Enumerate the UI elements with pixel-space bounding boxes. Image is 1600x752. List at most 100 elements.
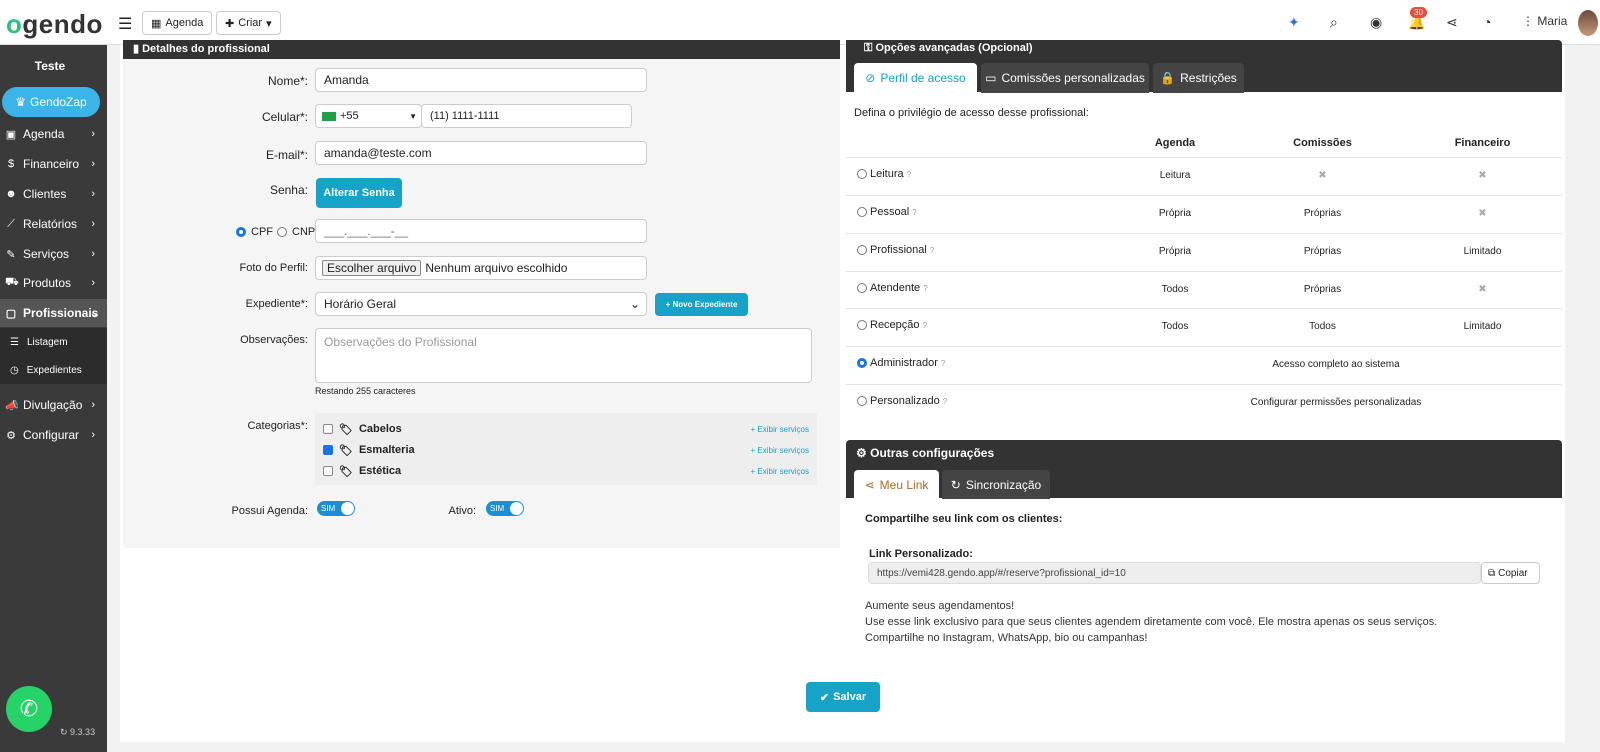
notification-badge: 30 xyxy=(1410,7,1427,18)
possui-agenda-toggle[interactable]: SIM xyxy=(317,501,355,516)
criar-button[interactable]: ✚ Criar ▾ xyxy=(216,11,281,35)
role-radio[interactable] xyxy=(857,320,867,331)
lock-icon: 🔒 xyxy=(1160,71,1176,85)
exibir-servicos-link[interactable]: + Exibir serviços xyxy=(751,467,809,476)
email-input[interactable]: amanda@teste.com xyxy=(315,141,647,165)
celular-label: Celular*: xyxy=(261,110,308,124)
category-checkbox[interactable] xyxy=(323,424,333,434)
ddi-select[interactable]: +55 ▼ xyxy=(315,104,422,128)
cell-agenda: Leitura xyxy=(1159,170,1191,181)
refresh-icon: ↻ xyxy=(950,477,961,492)
ban-icon: ⊘ xyxy=(865,71,876,85)
link-label: Link Personalizado: xyxy=(869,548,973,560)
agenda-button[interactable]: ▦ Agenda xyxy=(142,11,213,35)
sidebar-item-agenda[interactable]: ▣ Agenda › xyxy=(0,120,107,148)
foto-file-input[interactable]: Escolher arquivo Nenhum arquivo escolhido xyxy=(315,256,647,280)
sidebar-item-servicos[interactable]: ✎ Serviços › xyxy=(0,240,107,268)
share-icon: ⋖ xyxy=(864,477,875,492)
share-icon[interactable]: ⋖ xyxy=(1446,14,1458,31)
cnpj-radio[interactable] xyxy=(277,227,287,237)
tab-restricoes[interactable]: 🔒 Restrições xyxy=(1153,63,1244,93)
eye-icon[interactable]: ◉ xyxy=(1370,14,1382,31)
role-radio[interactable] xyxy=(857,283,867,294)
sidebar-sub-expedientes[interactable]: ◷ Expedientes xyxy=(0,356,107,384)
role-radio[interactable] xyxy=(857,396,867,407)
senha-label: Senha: xyxy=(269,183,308,197)
version-label: ↻ 9.3.33 xyxy=(60,727,96,737)
foto-label: Foto do Perfil: xyxy=(239,262,308,274)
gendozap-button[interactable]: ♛ GendoZap xyxy=(2,87,100,117)
alterar-senha-button[interactable]: Alterar Senha xyxy=(316,178,402,208)
ativo-label: Ativo: xyxy=(448,505,476,517)
user-menu[interactable]: ⋮ Maria xyxy=(1522,14,1567,28)
role-radio[interactable] xyxy=(857,358,867,369)
sidebar-item-financeiro[interactable]: $ Financeiro › xyxy=(0,150,107,178)
cell-financeiro: ✖ xyxy=(1478,208,1487,219)
cell-comissoes: Próprias xyxy=(1303,208,1342,219)
table-row: Pessoal ? Própria Próprias ✖ xyxy=(846,195,1562,232)
role-pessoal[interactable]: Pessoal ? xyxy=(857,206,917,218)
choose-file-button[interactable]: Escolher arquivo xyxy=(322,260,422,276)
ativo-toggle[interactable]: SIM xyxy=(486,501,524,516)
chevron-down-icon: ⌄ xyxy=(89,307,99,320)
search-icon[interactable]: ⌕ xyxy=(1330,14,1338,31)
list-icon: ☰ xyxy=(10,336,19,348)
observacoes-textarea[interactable]: Observações do Profissional xyxy=(315,328,812,383)
whatsapp-button[interactable]: ✆ xyxy=(6,686,52,732)
role-administrador[interactable]: Administrador ? xyxy=(857,357,945,369)
link-input[interactable]: https://vemi428.gendo.app/#/reserve?prof… xyxy=(868,562,1481,584)
novo-expediente-button[interactable]: + Novo Expediente xyxy=(655,293,748,316)
role-radio[interactable] xyxy=(857,207,867,218)
cpf-radio[interactable] xyxy=(236,227,246,237)
role-leitura[interactable]: Leitura ? xyxy=(857,168,911,180)
avatar[interactable] xyxy=(1578,10,1598,36)
sidebar-item-relatorios[interactable]: ⟋ Relatórios › xyxy=(0,210,107,238)
role-recepcao[interactable]: Recepção ? xyxy=(857,319,927,331)
role-radio[interactable] xyxy=(857,245,867,256)
role-radio[interactable] xyxy=(857,169,867,180)
dollar-icon: $ xyxy=(7,158,15,170)
sidebar-item-divulgacao[interactable]: 📣 Divulgação › xyxy=(0,391,107,419)
exibir-servicos-link[interactable]: + Exibir serviços xyxy=(751,425,809,434)
role-profissional[interactable]: Profissional ? xyxy=(857,244,934,256)
cell-agenda: Todos xyxy=(1161,321,1189,332)
sidebar-sub-listagem[interactable]: ☰ Listagem xyxy=(0,328,107,356)
cell-financeiro: ✖ xyxy=(1478,284,1487,295)
chevron-right-icon: › xyxy=(91,128,95,140)
nome-input[interactable]: Amanda xyxy=(315,68,647,92)
check-icon: ✔ xyxy=(819,691,830,704)
sparkle-icon[interactable]: ✦ xyxy=(1288,14,1300,31)
help-icon: ? xyxy=(906,170,912,179)
sidebar-item-produtos[interactable]: ⛟ Produtos › xyxy=(0,269,107,297)
tab-meu-link[interactable]: ⋖ Meu Link xyxy=(854,470,939,499)
exibir-servicos-link[interactable]: + Exibir serviços xyxy=(751,446,809,455)
save-button[interactable]: ✔ Salvar xyxy=(806,682,880,712)
tab-perfil-acesso[interactable]: ⊘ Perfil de acesso xyxy=(854,63,977,93)
tab-comissoes[interactable]: ▭ Comissões personalizadas xyxy=(981,63,1149,93)
cell-agenda: Própria xyxy=(1158,208,1192,219)
tab-sincronizacao[interactable]: ↻ Sincronização xyxy=(942,470,1050,499)
cpf-input[interactable]: ___.___.___-__ xyxy=(315,219,647,243)
col-financeiro: Financeiro xyxy=(1454,137,1511,149)
access-description: Defina o privilégio de acesso desse prof… xyxy=(854,107,1089,119)
role-atendente[interactable]: Atendente ? xyxy=(857,282,928,294)
category-checkbox[interactable] xyxy=(323,445,333,455)
sidebar-item-configurar[interactable]: ⚙ Configurar › xyxy=(0,421,107,449)
col-agenda: Agenda xyxy=(1154,137,1196,149)
sidebar-item-clientes[interactable]: ☻ Clientes › xyxy=(0,180,107,208)
cell-span: Configurar permissões personalizadas xyxy=(1250,397,1422,408)
tag-icon: 🏷 xyxy=(339,465,353,478)
copy-button[interactable]: ⧉ Copiar xyxy=(1481,562,1540,584)
plus-icon: ✚ xyxy=(225,17,235,30)
menu-icon[interactable]: ☰ xyxy=(118,14,132,34)
sidebar-item-profissionais[interactable]: ▢ Profissionais ⌄ xyxy=(0,299,107,327)
category-checkbox[interactable] xyxy=(323,466,333,476)
celular-input[interactable]: (11) 1111-1111 xyxy=(421,104,632,128)
help-icon: ? xyxy=(929,246,935,255)
dashboard-icon[interactable]: ◔ xyxy=(1483,14,1491,30)
expediente-select[interactable]: Horário Geral ⌄ xyxy=(315,292,647,316)
chevron-right-icon: › xyxy=(91,248,95,260)
role-personalizado[interactable]: Personalizado ? xyxy=(857,395,947,407)
cell-comissoes: Próprias xyxy=(1303,246,1342,257)
logo[interactable]: ogendo xyxy=(6,9,103,40)
